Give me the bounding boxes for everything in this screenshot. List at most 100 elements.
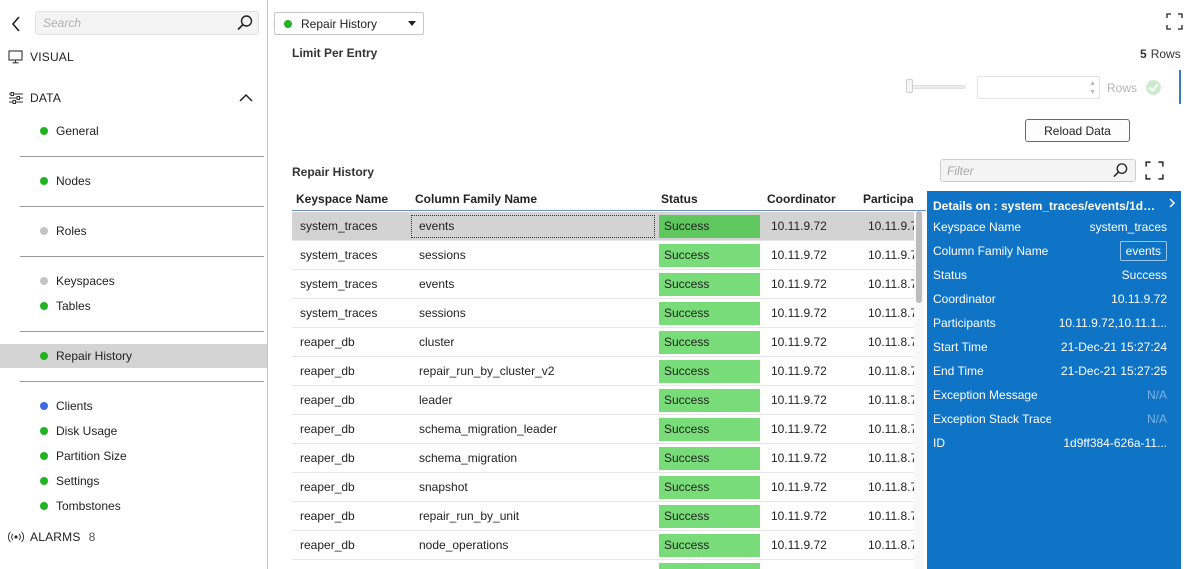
cell-column-family: repair_run_by_cluster_v2 bbox=[419, 364, 555, 378]
back-button[interactable] bbox=[8, 14, 24, 34]
sidebar-item-roles[interactable]: Roles bbox=[0, 219, 267, 243]
search-icon[interactable] bbox=[236, 14, 254, 32]
table-row[interactable]: reaper_db snapshot Success 10.11.9.72 10.11.… bbox=[292, 473, 914, 502]
cell-participants: 10.11.8.72,10.11.1 bbox=[868, 451, 914, 465]
view-select-dropdown[interactable]: Repair History bbox=[274, 12, 424, 35]
detail-row: Status Success bbox=[933, 265, 1167, 285]
spinner-arrows-icon[interactable]: ▲ ▼ bbox=[1089, 79, 1096, 97]
table-row[interactable]: system_traces events Success 10.11.9.72 10.1… bbox=[292, 212, 914, 241]
cell-status: Success bbox=[659, 389, 760, 412]
table-filter[interactable] bbox=[940, 159, 1136, 182]
chevron-up-icon[interactable] bbox=[239, 93, 253, 102]
broadcast-icon bbox=[8, 531, 24, 543]
detail-key: Status bbox=[933, 268, 968, 282]
status-dot-icon bbox=[40, 227, 48, 235]
expand-icon[interactable] bbox=[1145, 161, 1164, 180]
section-data[interactable]: DATA bbox=[8, 91, 253, 105]
cell-keyspace: reaper_db bbox=[300, 422, 355, 436]
sidebar-item-tombstones[interactable]: Tombstones bbox=[0, 494, 267, 518]
divider bbox=[20, 156, 264, 157]
cell-status: Success bbox=[659, 360, 760, 383]
sidebar-item-label: Disk Usage bbox=[56, 424, 118, 438]
filter-input[interactable] bbox=[941, 160, 1106, 181]
caret-down-icon bbox=[408, 21, 416, 26]
cell-participants: 10.11.8.72,10.11.1 bbox=[868, 422, 914, 436]
cell-participants: 10.11.8.72,10.11.1 bbox=[868, 364, 914, 378]
cell-status: Success bbox=[659, 447, 760, 470]
cell-status: Success bbox=[659, 418, 760, 441]
slider-track bbox=[906, 85, 966, 89]
table-row[interactable]: Success bbox=[292, 560, 914, 569]
alarms-count-badge: 8 bbox=[88, 530, 96, 544]
cell-coordinator: 10.11.9.72 bbox=[771, 509, 827, 523]
check-circle-icon[interactable] bbox=[1145, 79, 1162, 96]
cell-column-family: schema_migration_leader bbox=[419, 422, 558, 436]
cell-column-family[interactable]: events bbox=[411, 215, 655, 238]
cell-status: Success bbox=[659, 273, 760, 296]
column-header-keyspace[interactable]: Keyspace Name bbox=[296, 192, 388, 206]
detail-value: 21-Dec-21 15:27:24 bbox=[1060, 340, 1167, 354]
slider-thumb[interactable] bbox=[906, 79, 913, 93]
reload-data-button[interactable]: Reload Data bbox=[1025, 119, 1130, 142]
sidebar-item-clients[interactable]: Clients bbox=[0, 394, 267, 418]
cell-keyspace: reaper_db bbox=[300, 509, 355, 523]
section-visual[interactable]: VISUAL bbox=[8, 50, 74, 64]
chevron-left-icon bbox=[11, 16, 20, 32]
cell-column-family: repair_run_by_unit bbox=[419, 509, 520, 523]
detail-row: Column Family Name events bbox=[933, 241, 1167, 261]
table-row[interactable]: reaper_db cluster Success 10.11.9.72 10.11.8… bbox=[292, 328, 914, 357]
detail-value: N/A bbox=[1146, 412, 1167, 426]
cell-status: Success bbox=[659, 563, 760, 569]
sidebar-item-partition-size[interactable]: Partition Size bbox=[0, 444, 267, 468]
details-title: Details on : system_traces/events/1d9ff3… bbox=[933, 199, 1161, 213]
expand-icon[interactable] bbox=[1166, 13, 1183, 30]
column-header-status[interactable]: Status bbox=[661, 192, 698, 206]
sidebar-item-nodes[interactable]: Nodes bbox=[0, 169, 267, 193]
detail-key: Exception Stack Trace bbox=[933, 412, 1051, 426]
status-dot-icon bbox=[40, 402, 48, 410]
cell-column-family: sessions bbox=[419, 306, 466, 320]
table-row[interactable]: system_traces events Success 10.11.9.72 10.1… bbox=[292, 270, 914, 299]
table-row[interactable]: reaper_db schema_migration_leader Success 1… bbox=[292, 415, 914, 444]
sidebar-item-disk-usage[interactable]: Disk Usage bbox=[0, 419, 267, 443]
table-header: Keyspace Name Column Family Name Status … bbox=[292, 188, 926, 211]
detail-key: Start Time bbox=[933, 340, 988, 354]
table-row[interactable]: reaper_db node_operations Success 10.11.9.7… bbox=[292, 531, 914, 560]
detail-key: Keyspace Name bbox=[933, 220, 1022, 234]
table-row[interactable]: reaper_db schema_migration Success 10.11.9.… bbox=[292, 444, 914, 473]
table-row[interactable]: system_traces sessions Success 10.11.9.72 10… bbox=[292, 241, 914, 270]
sidebar-search[interactable] bbox=[35, 11, 259, 35]
column-header-coordinator[interactable]: Coordinator bbox=[767, 192, 836, 206]
cell-keyspace: system_traces bbox=[300, 248, 378, 262]
section-alarms[interactable]: ALARMS 8 bbox=[8, 530, 95, 544]
sidebar-item-settings[interactable]: Settings bbox=[0, 469, 267, 493]
sidebar-item-label: Partition Size bbox=[56, 449, 127, 463]
search-input[interactable] bbox=[36, 12, 226, 34]
sidebar-item-general[interactable]: General bbox=[0, 119, 267, 143]
table-row[interactable]: system_traces sessions Success 10.11.9.72 10… bbox=[292, 299, 914, 328]
sliders-icon bbox=[9, 92, 23, 104]
divider bbox=[20, 331, 264, 332]
cell-participants: 10.11.8.72,10.11.1 bbox=[868, 509, 914, 523]
cell-column-family: sessions bbox=[419, 248, 466, 262]
search-icon[interactable] bbox=[1112, 162, 1129, 179]
limit-slider[interactable] bbox=[906, 79, 966, 93]
table-row[interactable]: reaper_db leader Success 10.11.9.72 10.11.8.… bbox=[292, 386, 914, 415]
section-alarms-label: ALARMS bbox=[30, 530, 81, 544]
cell-keyspace: reaper_db bbox=[300, 364, 355, 378]
cell-status: Success bbox=[659, 534, 760, 557]
chevron-right-icon[interactable] bbox=[1168, 198, 1176, 208]
section-visual-label: VISUAL bbox=[30, 50, 74, 64]
column-header-column-family[interactable]: Column Family Name bbox=[415, 192, 537, 206]
scrollbar-thumb[interactable] bbox=[916, 211, 922, 303]
sidebar-item-keyspaces[interactable]: Keyspaces bbox=[0, 269, 267, 293]
detail-value[interactable]: events bbox=[1119, 241, 1167, 261]
table-row[interactable]: reaper_db repair_run_by_cluster_v2 Success… bbox=[292, 357, 914, 386]
cell-column-family: schema_migration bbox=[419, 451, 518, 465]
column-header-participants[interactable]: Participants bbox=[863, 192, 913, 206]
sidebar-item-tables[interactable]: Tables bbox=[0, 294, 267, 318]
rows-limit-input[interactable]: ▲ ▼ bbox=[977, 76, 1100, 99]
sidebar-item-repair-history[interactable]: Repair History bbox=[0, 344, 267, 368]
divider bbox=[20, 381, 264, 382]
table-row[interactable]: reaper_db repair_run_by_unit Success 10.11.… bbox=[292, 502, 914, 531]
